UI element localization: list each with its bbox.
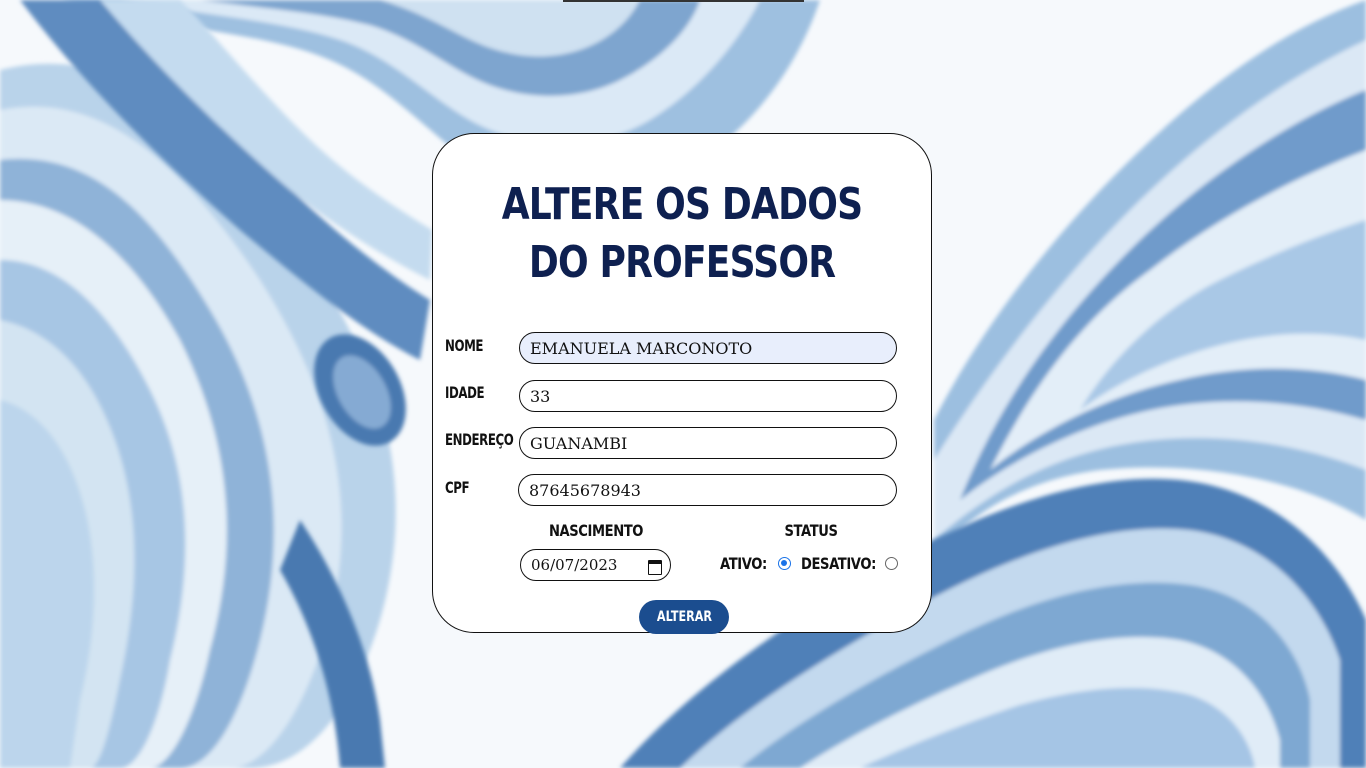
birth-date-value: 06/07/2023 <box>531 556 618 574</box>
top-bar-line <box>563 0 804 2</box>
birth-date-input[interactable]: 06/07/2023 <box>520 549 671 581</box>
desativo-label: DESATIVO: <box>801 553 876 573</box>
nome-label: NOME <box>445 336 484 355</box>
ativo-radio[interactable] <box>778 556 791 570</box>
calendar-icon[interactable] <box>648 558 662 575</box>
cpf-input[interactable] <box>518 474 897 506</box>
status-options: ATIVO: DESATIVO: <box>720 552 898 574</box>
endereco-input[interactable] <box>519 427 897 459</box>
alterar-button-label: ALTERAR <box>656 609 712 625</box>
endereco-label: ENDEREÇO <box>445 430 514 449</box>
desativo-radio[interactable] <box>885 556 898 570</box>
cpf-label: CPF <box>445 478 470 497</box>
nome-input[interactable] <box>519 332 897 364</box>
nascimento-label: NASCIMENTO <box>548 521 644 540</box>
status-label: STATUS <box>784 521 838 540</box>
alterar-button[interactable]: ALTERAR <box>639 600 729 634</box>
page-title: ALTERE OS DADOS DO PROFESSOR <box>501 179 863 288</box>
edit-professor-form: ALTERE OS DADOS DO PROFESSOR NOME IDADE … <box>432 133 932 634</box>
idade-label: IDADE <box>445 383 485 402</box>
ativo-label: ATIVO: <box>720 553 767 573</box>
idade-input[interactable] <box>519 380 897 412</box>
